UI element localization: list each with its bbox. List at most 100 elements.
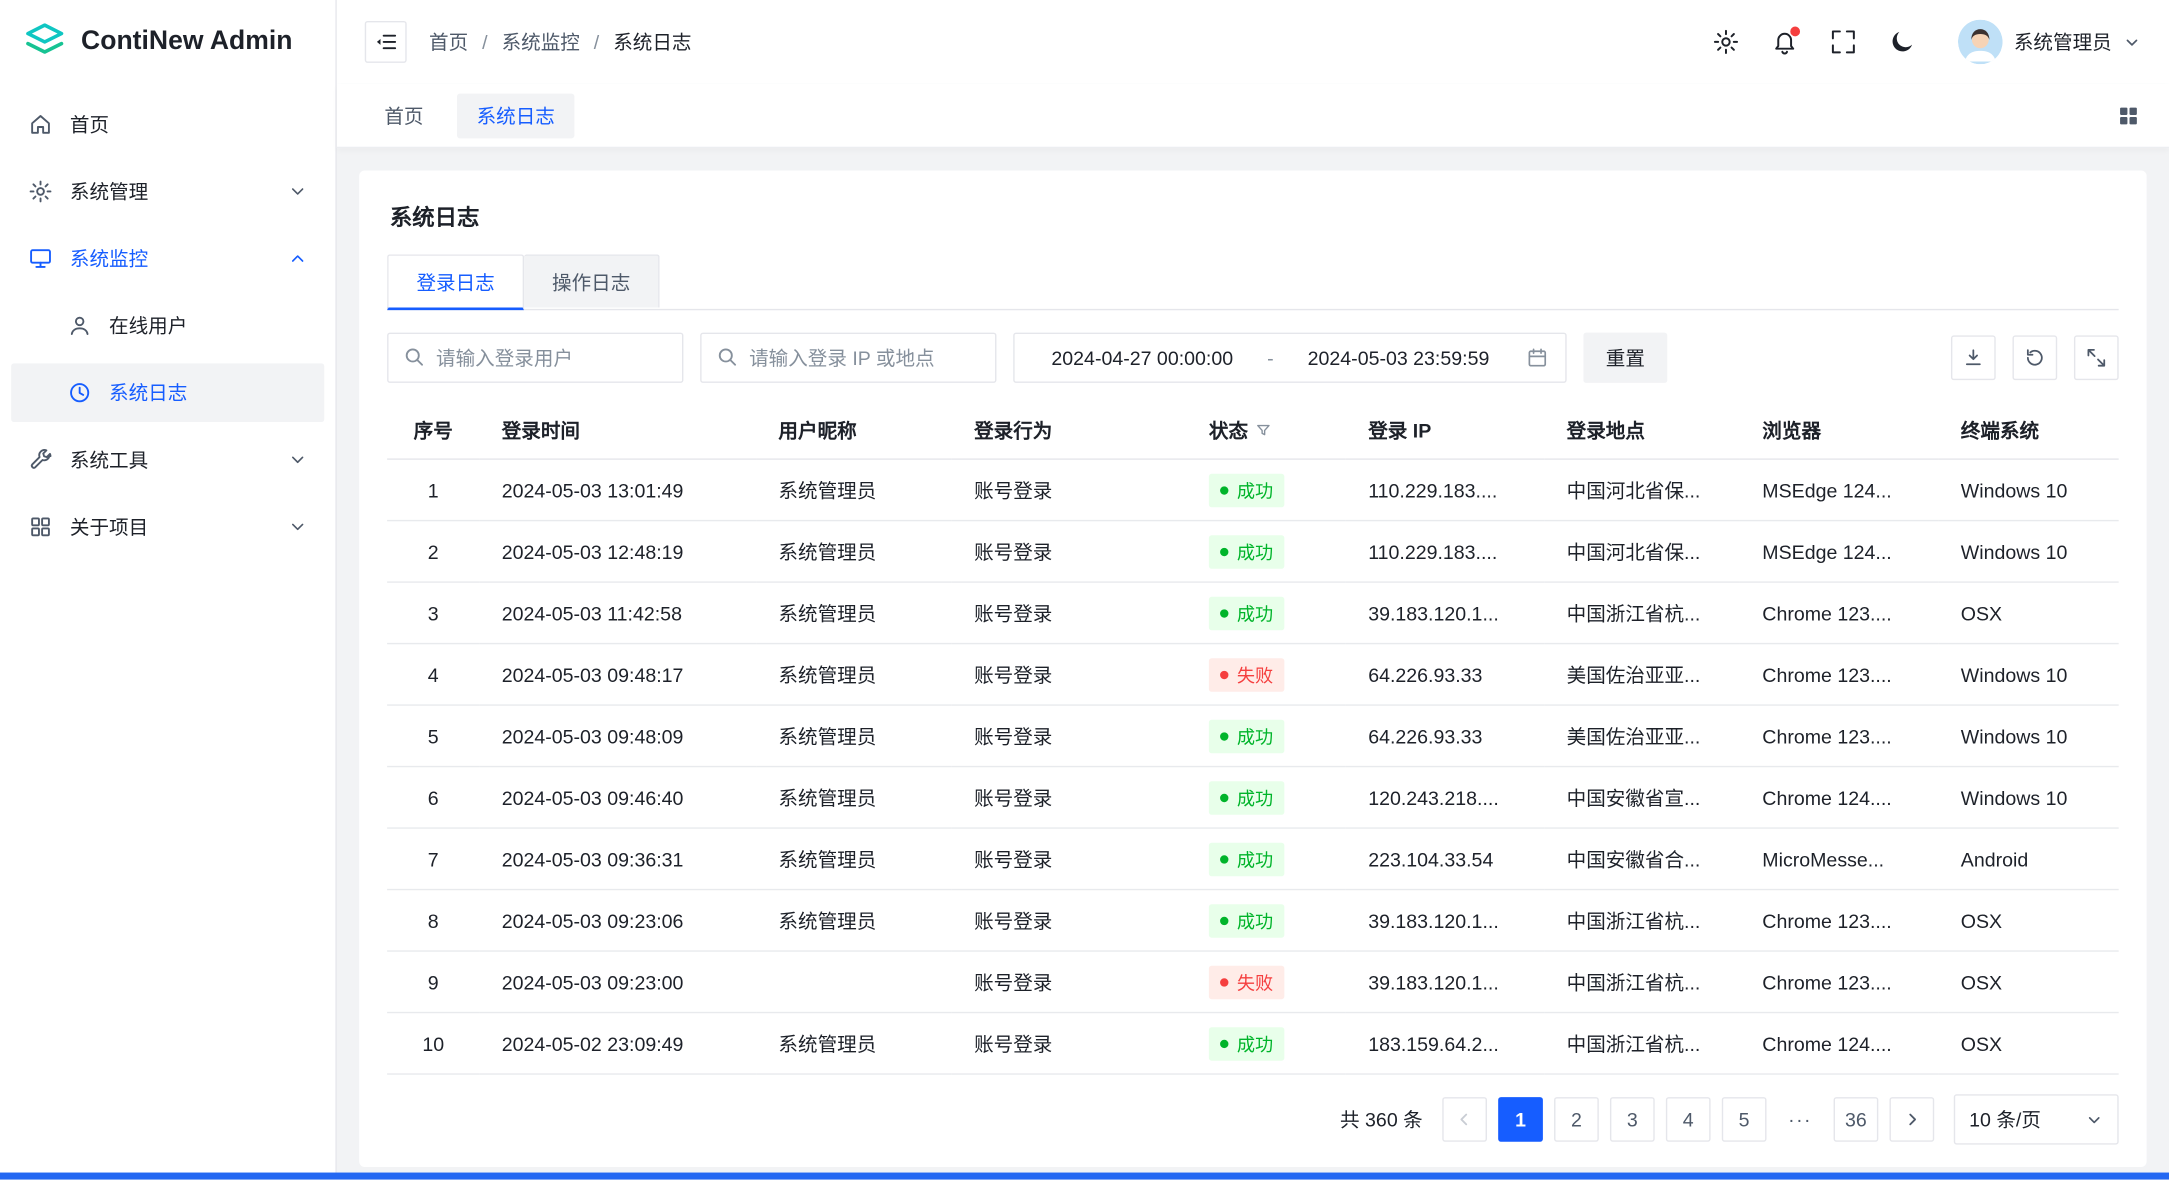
breadcrumb-item[interactable]: 首页: [429, 28, 468, 56]
notification-badge-dot: [1789, 25, 1802, 38]
cell-no: 7: [387, 828, 479, 889]
page-size-select[interactable]: 10 条/页: [1954, 1094, 2119, 1144]
cell-location: 美国佐治亚亚...: [1544, 644, 1740, 705]
breadcrumb-item[interactable]: 系统监控: [502, 28, 580, 56]
cell-status: 成功: [1187, 582, 1346, 643]
cell-status: 成功: [1187, 1013, 1346, 1074]
page-button[interactable]: 3: [1610, 1097, 1655, 1142]
column-header: 登录 IP: [1346, 402, 1544, 459]
cell-nickname: 系统管理员: [756, 828, 952, 889]
login-user-input[interactable]: [387, 333, 683, 383]
date-end-value[interactable]: 2024-05-03 23:59:59: [1288, 347, 1510, 369]
cell-browser: MSEdge 124...: [1740, 459, 1938, 520]
sidebar-menu: 首页 系统管理 系统监控: [0, 84, 335, 576]
cell-os: Windows 10: [1938, 705, 2118, 766]
table-header-row: 序号登录时间用户昵称登录行为状态登录 IP登录地点浏览器终端系统: [387, 402, 2119, 459]
tab-system-logs[interactable]: 系统日志: [457, 93, 574, 138]
column-header: 终端系统: [1938, 402, 2118, 459]
status-dot-icon: [1220, 916, 1228, 924]
tab-home[interactable]: 首页: [365, 93, 443, 138]
login-ip-search: [700, 333, 996, 383]
cell-browser: MicroMesse...: [1740, 828, 1938, 889]
status-dot-icon: [1220, 547, 1228, 555]
sidebar-item-system-tools[interactable]: 系统工具: [11, 430, 324, 489]
status-dot-icon: [1220, 486, 1228, 494]
user-menu[interactable]: 系统管理员: [1958, 20, 2141, 65]
reset-button[interactable]: 重置: [1583, 333, 1667, 383]
filter-toolbar: 2024-04-27 00:00:00 - 2024-05-03 23:59:5…: [387, 333, 2119, 383]
sidebar-item-label: 系统管理: [70, 177, 271, 205]
cell-status: 成功: [1187, 828, 1346, 889]
expand-table-icon[interactable]: [2074, 335, 2119, 380]
date-range-separator: -: [1267, 347, 1274, 369]
cell-location: 中国河北省保...: [1544, 521, 1740, 582]
status-dot-icon: [1220, 670, 1228, 678]
status-badge: 成功: [1209, 535, 1284, 569]
cell-ip: 110.229.183....: [1346, 459, 1544, 520]
cell-ip: 64.226.93.33: [1346, 705, 1544, 766]
sidebar-item-system-management[interactable]: 系统管理: [11, 162, 324, 221]
cell-login-time: 2024-05-03 09:23:00: [479, 951, 756, 1012]
refresh-icon[interactable]: [2012, 335, 2057, 380]
page-button[interactable]: 4: [1666, 1097, 1711, 1142]
cell-behavior: 账号登录: [952, 705, 1187, 766]
page-button[interactable]: 1: [1498, 1097, 1543, 1142]
status-badge: 成功: [1209, 904, 1284, 938]
system-log-card: 系统日志 登录日志 操作日志: [359, 171, 2146, 1167]
chevron-down-icon: [288, 450, 308, 470]
status-badge: 成功: [1209, 781, 1284, 815]
column-header: 序号: [387, 402, 479, 459]
page-title: 系统日志: [390, 198, 2119, 232]
login-ip-input[interactable]: [700, 333, 996, 383]
dark-mode-moon-icon[interactable]: [1888, 28, 1916, 56]
log-type-tabs: 登录日志 操作日志: [387, 254, 2119, 310]
tab-operation-log[interactable]: 操作日志: [524, 254, 660, 307]
tab-login-log[interactable]: 登录日志: [387, 254, 524, 310]
cell-behavior: 账号登录: [952, 951, 1187, 1012]
sidebar-collapse-button[interactable]: [365, 21, 407, 63]
cell-behavior: 账号登录: [952, 459, 1187, 520]
gear-icon: [28, 179, 53, 204]
cell-behavior: 账号登录: [952, 644, 1187, 705]
cell-ip: 39.183.120.1...: [1346, 890, 1544, 951]
download-icon[interactable]: [1951, 335, 1996, 380]
date-range-picker[interactable]: 2024-04-27 00:00:00 - 2024-05-03 23:59:5…: [1013, 333, 1566, 383]
calendar-icon: [1526, 347, 1548, 369]
column-header: 登录时间: [479, 402, 756, 459]
table-body: 12024-05-03 13:01:49系统管理员账号登录成功110.229.1…: [387, 459, 2119, 1074]
cell-login-time: 2024-05-03 09:23:06: [479, 890, 756, 951]
sidebar-item-label: 系统监控: [70, 245, 271, 273]
prev-page-button[interactable]: [1442, 1097, 1487, 1142]
cell-login-time: 2024-05-03 09:48:09: [479, 705, 756, 766]
cell-os: Windows 10: [1938, 521, 2118, 582]
column-header: 登录地点: [1544, 402, 1740, 459]
chevron-up-icon: [288, 249, 308, 269]
cell-status: 成功: [1187, 767, 1346, 828]
sidebar-item-system-monitor[interactable]: 系统监控: [11, 229, 324, 288]
page-button[interactable]: 36: [1834, 1097, 1879, 1142]
cell-os: OSX: [1938, 582, 2118, 643]
table-row: 52024-05-03 09:48:09系统管理员账号登录成功64.226.93…: [387, 705, 2119, 766]
cell-browser: MSEdge 124...: [1740, 521, 1938, 582]
next-page-button[interactable]: [1889, 1097, 1934, 1142]
pagination-ellipsis[interactable]: ···: [1778, 1097, 1823, 1142]
settings-icon[interactable]: [1712, 28, 1740, 56]
sidebar-item-about-project[interactable]: 关于项目: [11, 498, 324, 557]
cell-nickname: 系统管理员: [756, 767, 952, 828]
tab-actions-grid-icon[interactable]: [2110, 97, 2146, 133]
table-row: 42024-05-03 09:48:17系统管理员账号登录失败64.226.93…: [387, 644, 2119, 705]
sidebar-item-system-logs[interactable]: 系统日志: [11, 363, 324, 422]
notifications-bell-icon[interactable]: [1771, 28, 1799, 56]
cell-ip: 183.159.64.2...: [1346, 1013, 1544, 1074]
cell-ip: 110.229.183....: [1346, 521, 1544, 582]
chevron-down-icon: [288, 182, 308, 202]
page-button[interactable]: 5: [1722, 1097, 1767, 1142]
sidebar-item-online-users[interactable]: 在线用户: [11, 296, 324, 355]
page-button[interactable]: 2: [1554, 1097, 1599, 1142]
cell-no: 1: [387, 459, 479, 520]
date-start-value[interactable]: 2024-04-27 00:00:00: [1031, 347, 1253, 369]
column-header[interactable]: 状态: [1187, 402, 1346, 459]
sidebar-item-home[interactable]: 首页: [11, 95, 324, 154]
fullscreen-icon[interactable]: [1829, 28, 1857, 56]
cell-location: 中国浙江省杭...: [1544, 951, 1740, 1012]
